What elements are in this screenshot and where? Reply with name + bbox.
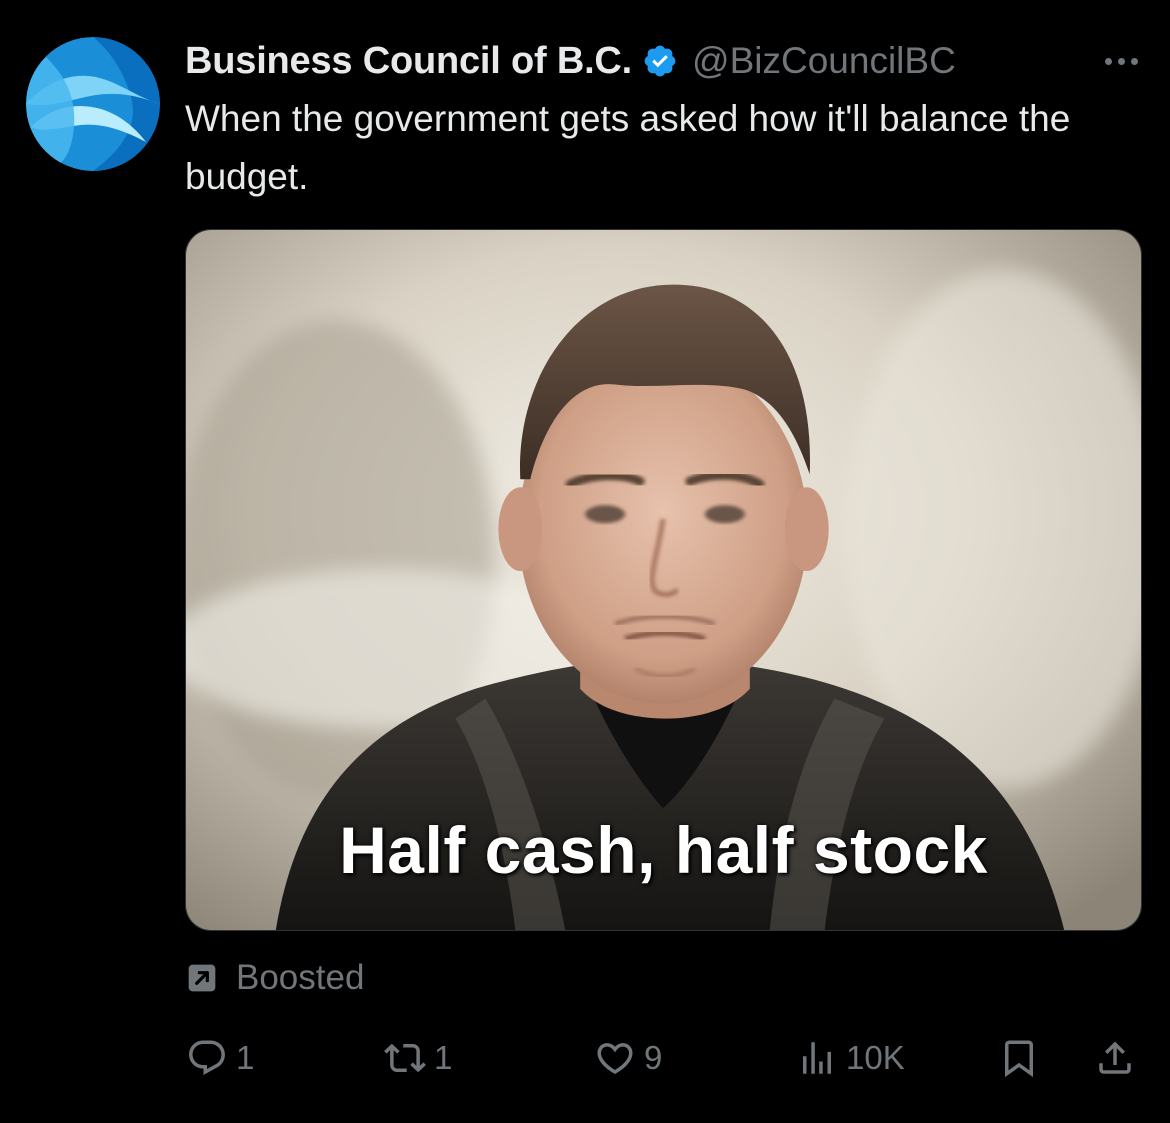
views-chart-icon (803, 1042, 831, 1074)
bookmark-button[interactable] (998, 1030, 1040, 1086)
tweet-media[interactable]: Half cash, half stock (185, 229, 1142, 931)
repost-icon (384, 1043, 426, 1073)
avatar[interactable] (26, 37, 160, 171)
tweet[interactable]: Business Council of B.C. @BizCouncilBC W… (0, 0, 1170, 1123)
verified-badge-icon[interactable] (642, 43, 678, 79)
more-options-icon[interactable] (1103, 52, 1140, 71)
boost-arrow-icon (188, 964, 216, 992)
boosted-text: Boosted (236, 958, 365, 997)
boosted-label: Boosted (186, 958, 364, 998)
like-count: 9 (644, 1039, 663, 1076)
reply-count: 1 (236, 1039, 255, 1076)
repost-button[interactable]: 1 (384, 1030, 452, 1086)
tweet-text: When the government gets asked how it'll… (185, 98, 1071, 197)
share-icon (1099, 1041, 1131, 1074)
reply-icon (189, 1040, 225, 1075)
media-caption: Half cash, half stock (339, 813, 988, 887)
reply-button[interactable]: 1 (186, 1030, 254, 1086)
tweet-header: Business Council of B.C. @BizCouncilBC (185, 36, 1140, 86)
display-name[interactable]: Business Council of B.C. (185, 40, 632, 83)
views-button[interactable]: 10K (796, 1030, 905, 1086)
views-count: 10K (846, 1039, 905, 1076)
repost-count: 1 (434, 1039, 453, 1076)
bookmark-icon (1005, 1040, 1033, 1078)
handle[interactable]: @BizCouncilBC (692, 40, 956, 82)
heart-icon (597, 1043, 633, 1075)
like-button[interactable]: 9 (594, 1030, 662, 1086)
share-button[interactable] (1094, 1030, 1136, 1086)
business-council-logo-icon (26, 37, 160, 171)
action-bar: 1 1 9 10K (186, 1030, 1141, 1086)
